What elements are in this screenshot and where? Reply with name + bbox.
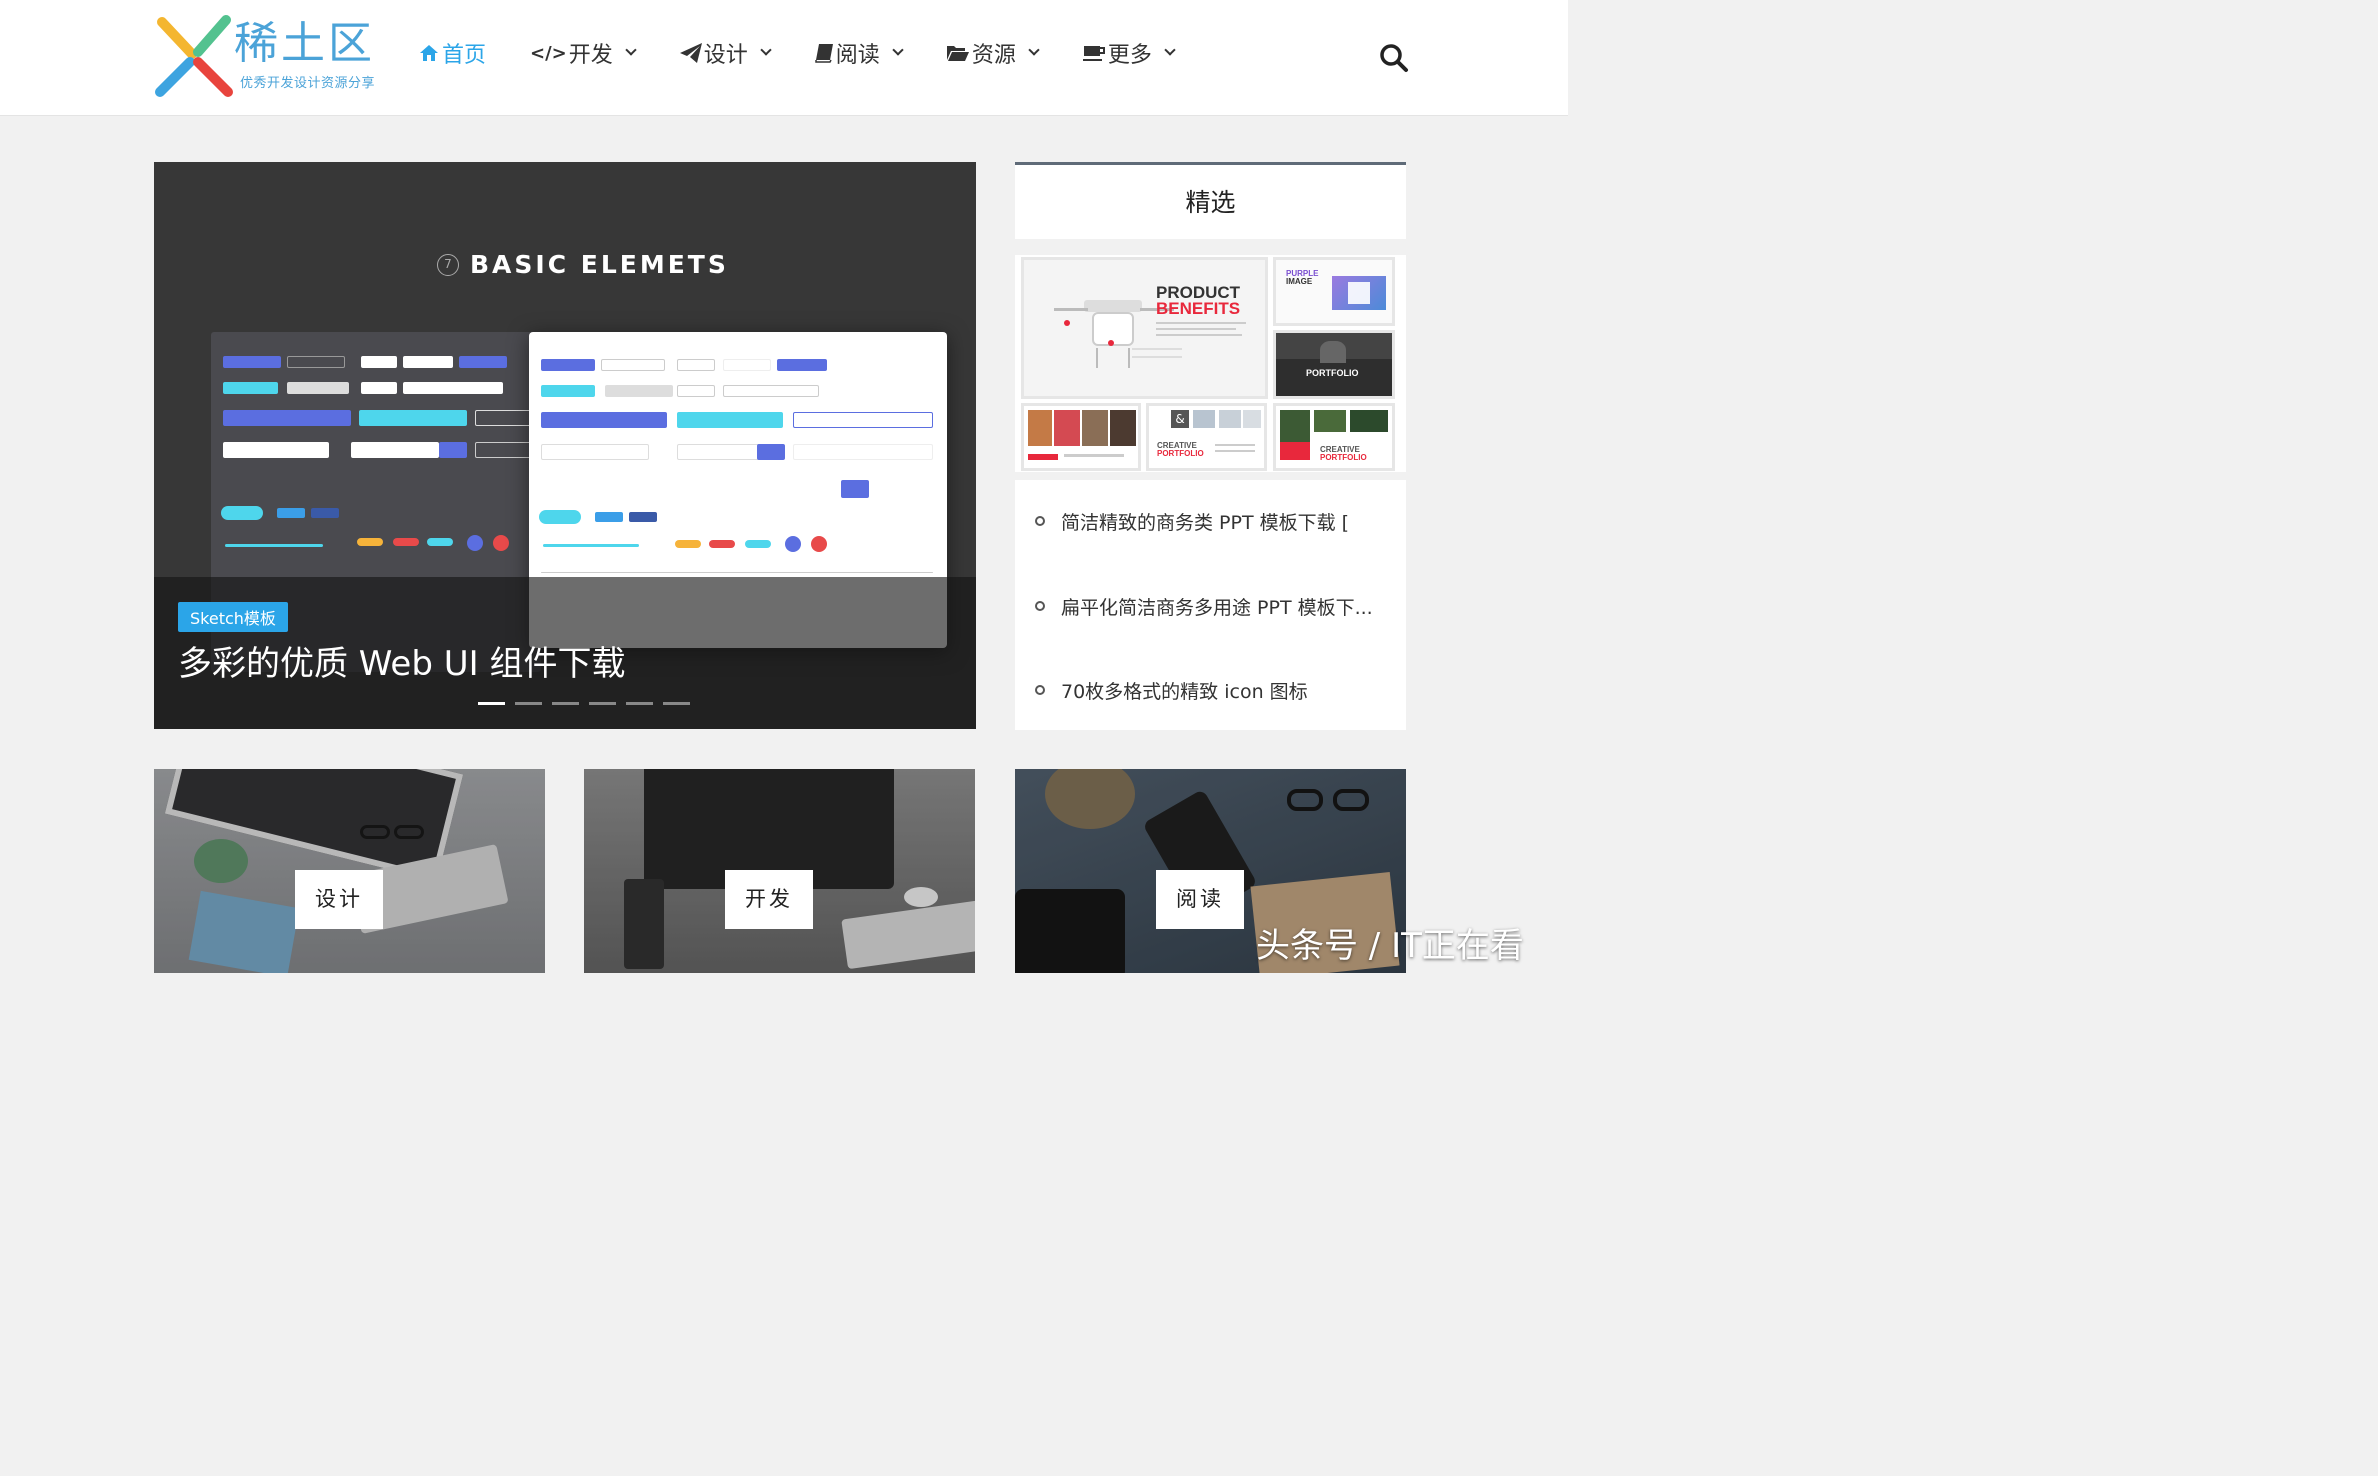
book-icon: [815, 44, 833, 63]
slide-category-tag[interactable]: Sketch模板: [178, 602, 288, 632]
category-label: 设计: [295, 870, 383, 929]
post-title[interactable]: 简洁精致的商务类 PPT 模板下载 [: [1061, 508, 1391, 535]
site-header: 稀土区 优秀开发设计资源分享 首页 </> 开发 设计 阅读 资源 更多: [0, 0, 1568, 116]
nav-item-home[interactable]: 首页: [418, 37, 486, 69]
nav-label: 设计: [703, 43, 748, 68]
featured-widget: 精选 PRODUCT BENEFITS PURPLE IMAGE PORTFOL…: [1015, 162, 1406, 730]
search-icon: [1380, 44, 1408, 72]
search-button[interactable]: [1378, 42, 1410, 74]
thumb-line2: BENEFITS: [1156, 299, 1241, 318]
thumbnail-portfolio[interactable]: PORTFOLIO: [1273, 330, 1395, 399]
divider: [1015, 472, 1406, 480]
slider-dot[interactable]: [515, 702, 542, 705]
nav-label: 更多: [1107, 43, 1152, 68]
chevron-down-icon: [760, 44, 772, 56]
thumb-line1: PORTFOLIO: [1306, 368, 1359, 378]
category-card-design[interactable]: 设计: [154, 769, 545, 973]
chevron-down-icon: [892, 44, 904, 56]
nav-label: 首页: [442, 43, 487, 68]
slider-pagination: [478, 702, 700, 705]
slide-number: 7: [437, 254, 459, 276]
folder-open-icon: [946, 46, 969, 61]
code-icon: </>: [530, 42, 567, 64]
thumb-line2: PORTFOLIO: [1157, 449, 1204, 458]
chevron-down-icon: [1028, 44, 1040, 56]
nav-label: 阅读: [835, 43, 880, 68]
nav-item-more[interactable]: 更多: [1082, 37, 1176, 69]
site-logo[interactable]: 稀土区 优秀开发设计资源分享: [152, 14, 382, 100]
thumbnail-purple-image[interactable]: PURPLE IMAGE: [1273, 257, 1395, 326]
slide-title[interactable]: 多彩的优质 Web UI 组件下载: [178, 636, 625, 685]
slider-dot[interactable]: [663, 702, 690, 705]
category-label: 阅读: [1156, 870, 1244, 929]
post-title[interactable]: 70枚多格式的精致 icon 图标: [1061, 677, 1391, 704]
logo-x-icon: [155, 15, 233, 97]
slider-dot[interactable]: [552, 702, 579, 705]
coffee-icon: [1082, 46, 1105, 61]
nav-label: 开发: [568, 43, 613, 68]
main-nav: 首页 </> 开发 设计 阅读 资源 更多: [418, 30, 1218, 76]
bullet-circle-icon: [1035, 516, 1045, 526]
post-title[interactable]: 扁平化简洁商务多用途 PPT 模板下...: [1061, 593, 1391, 620]
thumb-line2: IMAGE: [1286, 277, 1313, 286]
nav-item-resources[interactable]: 资源: [946, 37, 1040, 69]
nav-item-read[interactable]: 阅读: [814, 37, 904, 69]
category-label: 开发: [725, 870, 813, 929]
home-icon: [420, 45, 438, 61]
thumbnail-photos[interactable]: [1021, 403, 1141, 471]
slider-dot[interactable]: [478, 702, 505, 705]
bullet-circle-icon: [1035, 601, 1045, 611]
category-card-dev[interactable]: 开发: [584, 769, 975, 973]
slider-dot[interactable]: [626, 702, 653, 705]
slider-dot[interactable]: [589, 702, 616, 705]
thumbnail-product-benefits[interactable]: PRODUCT BENEFITS: [1021, 257, 1268, 399]
chevron-down-icon: [625, 44, 637, 56]
logo-name: 稀土区: [234, 18, 375, 69]
divider: [1015, 239, 1406, 255]
nav-item-design[interactable]: 设计: [679, 37, 772, 69]
paper-plane-icon: [679, 43, 702, 63]
chevron-down-icon: [1164, 44, 1176, 56]
bullet-circle-icon: [1035, 685, 1045, 695]
nav-label: 资源: [971, 43, 1016, 68]
featured-slider[interactable]: 7 BASIC ELEMETS Sketch模板 多彩的优质 Web UI 组件…: [154, 162, 976, 729]
list-item[interactable]: 扁平化简洁商务多用途 PPT 模板下...: [1015, 586, 1406, 626]
nav-item-dev[interactable]: </> 开发: [530, 37, 637, 69]
thumbnail-creative-portfolio-2[interactable]: CREATIVE PORTFOLIO: [1273, 403, 1395, 471]
widget-title: 精选: [1185, 188, 1236, 217]
logo-slogan: 优秀开发设计资源分享: [240, 76, 376, 91]
watermark-text: 头条号 / IT正在看: [1256, 926, 1524, 966]
slide-heading: BASIC ELEMETS: [470, 250, 729, 279]
thumb-line2: PORTFOLIO: [1320, 453, 1367, 462]
featured-thumbnails: PRODUCT BENEFITS PURPLE IMAGE PORTFOLIO: [1021, 257, 1395, 471]
list-item[interactable]: 70枚多格式的精致 icon 图标: [1015, 670, 1406, 710]
list-item[interactable]: 简洁精致的商务类 PPT 模板下载 [: [1015, 501, 1406, 541]
thumbnail-creative-portfolio-1[interactable]: & CREATIVE PORTFOLIO: [1146, 403, 1267, 471]
